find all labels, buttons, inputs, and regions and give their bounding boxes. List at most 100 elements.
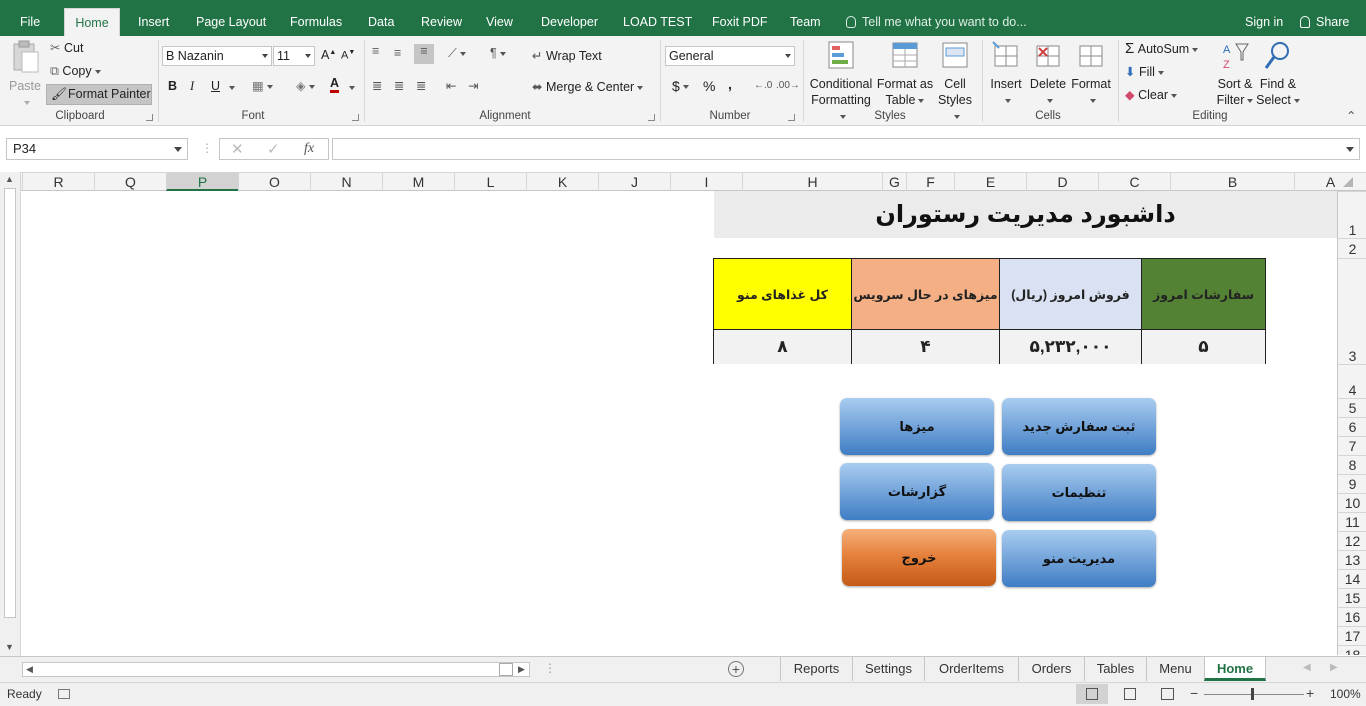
align-left-icon[interactable]: ≣	[372, 78, 382, 93]
new-sheet-button[interactable]: +	[728, 661, 744, 677]
tab-formulas[interactable]: Formulas	[284, 8, 348, 36]
macro-record-icon[interactable]	[58, 689, 70, 699]
tab-page-layout[interactable]: Page Layout	[190, 8, 272, 36]
borders-icon[interactable]: ▦	[252, 78, 273, 93]
decrease-decimal-icon[interactable]: .00→	[776, 80, 800, 91]
horizontal-scrollbar[interactable]: ◀ ▶	[22, 662, 530, 677]
increase-decimal-icon[interactable]: ←.0	[754, 80, 772, 91]
grow-font-icon[interactable]: A▲	[321, 48, 336, 62]
column-header-g[interactable]: G	[882, 173, 906, 191]
column-header-d[interactable]: D	[1026, 173, 1098, 191]
tell-me-search[interactable]: Tell me what you want to do...	[846, 8, 1027, 36]
zoom-in-button[interactable]: +	[1306, 685, 1314, 701]
column-header-f[interactable]: F	[906, 173, 954, 191]
sheet-tab-tables[interactable]: Tables	[1084, 657, 1146, 681]
sheet-tab-orders[interactable]: Orders	[1018, 657, 1084, 681]
font-color-icon[interactable]: A	[330, 76, 340, 93]
cancel-icon[interactable]: ✕	[231, 140, 244, 158]
column-header-q[interactable]: Q	[94, 173, 166, 191]
column-header-p[interactable]: P	[166, 173, 238, 191]
row-header-5[interactable]: 5	[1338, 398, 1366, 417]
tab-file[interactable]: File	[14, 8, 46, 36]
column-header-a[interactable]: A	[1294, 173, 1366, 191]
cut-button[interactable]: ✂ Cut	[50, 40, 83, 55]
italic-button[interactable]: I	[190, 79, 194, 94]
vertical-scroll-thumb[interactable]	[4, 188, 16, 618]
sign-in-link[interactable]: Sign in	[1245, 8, 1283, 36]
enter-icon[interactable]: ✓	[267, 140, 280, 158]
clear-button[interactable]: ◆ Clear	[1125, 87, 1177, 102]
percent-button[interactable]: %	[703, 78, 715, 94]
font-launcher-icon[interactable]	[352, 114, 359, 121]
column-header-j[interactable]: J	[598, 173, 670, 191]
align-middle-icon[interactable]: ≡	[394, 46, 401, 60]
hscroll-right-icon[interactable]: ▶	[518, 664, 525, 675]
find-select-button[interactable]: Find & Select	[1256, 40, 1300, 108]
tab-review[interactable]: Review	[415, 8, 468, 36]
row-header-3[interactable]: 3	[1338, 258, 1366, 364]
column-header-h[interactable]: H	[742, 173, 882, 191]
bold-button[interactable]: B	[168, 79, 177, 93]
align-center-icon[interactable]: ≣	[394, 78, 404, 93]
number-format-select[interactable]: General	[665, 46, 795, 66]
sheet-tab-settings[interactable]: Settings	[852, 657, 924, 681]
paste-button[interactable]: Paste	[8, 40, 42, 110]
fill-button[interactable]: ⬇ Fill	[1125, 64, 1164, 79]
alignment-launcher-icon[interactable]	[648, 114, 655, 121]
tab-foxit-pdf[interactable]: Foxit PDF	[706, 8, 774, 36]
row-header-11[interactable]: 11	[1338, 512, 1366, 531]
wrap-text-button[interactable]: ↵ Wrap Text	[532, 48, 602, 63]
collapse-ribbon-icon[interactable]: ⌃	[1346, 108, 1356, 123]
underline-button[interactable]: U	[211, 79, 220, 93]
new-order-button[interactable]: ثبت سفارش جدید	[1002, 398, 1156, 455]
settings-button[interactable]: تنظیمات	[1002, 464, 1156, 521]
row-header-12[interactable]: 12	[1338, 531, 1366, 550]
sheet-tab-menu[interactable]: Menu	[1146, 657, 1204, 681]
decrease-indent-icon[interactable]: ⇤	[446, 78, 456, 93]
tables-button[interactable]: میزها	[840, 398, 994, 455]
menu-management-button[interactable]: مدیریت منو	[1002, 530, 1156, 587]
zoom-slider-thumb[interactable]	[1251, 688, 1254, 700]
column-header-n[interactable]: N	[310, 173, 382, 191]
sheet-tab-orderitems[interactable]: OrderItems	[924, 657, 1018, 681]
currency-button[interactable]: $	[672, 78, 689, 94]
row-header-7[interactable]: 7	[1338, 436, 1366, 455]
column-header-i[interactable]: I	[670, 173, 742, 191]
zoom-slider[interactable]	[1204, 694, 1304, 695]
autosum-button[interactable]: Σ AutoSum	[1125, 40, 1199, 57]
row-header-4[interactable]: 4	[1338, 364, 1366, 398]
zoom-level[interactable]: 100%	[1330, 687, 1361, 701]
formula-input[interactable]	[332, 138, 1360, 160]
row-header-14[interactable]: 14	[1338, 569, 1366, 588]
tab-load-test[interactable]: LOAD TEST	[617, 8, 698, 36]
column-header-m[interactable]: M	[382, 173, 454, 191]
format-cells-button[interactable]: Format	[1070, 40, 1112, 108]
format-painter-button[interactable]: 🖌 Format Painter	[46, 84, 152, 105]
tab-team[interactable]: Team	[784, 8, 827, 36]
align-top-icon[interactable]: ≡	[372, 44, 379, 58]
row-header-9[interactable]: 9	[1338, 474, 1366, 493]
exit-button[interactable]: خروج	[842, 529, 996, 586]
insert-function-button[interactable]: fx	[304, 141, 314, 157]
delete-cells-button[interactable]: Delete	[1028, 40, 1068, 108]
scroll-up-icon[interactable]: ▲	[5, 174, 14, 184]
fill-color-icon[interactable]: ◈	[296, 78, 315, 93]
align-right-icon[interactable]: ≣	[416, 78, 426, 93]
column-header-r[interactable]: R	[22, 173, 94, 191]
cell-styles-button[interactable]: Cell Styles	[934, 40, 976, 124]
zoom-out-button[interactable]: −	[1190, 685, 1198, 701]
row-header-8[interactable]: 8	[1338, 455, 1366, 474]
font-size-select[interactable]: 11	[273, 46, 315, 66]
merge-center-button[interactable]: ⬌ Merge & Center	[532, 79, 644, 94]
sheet-tab-home[interactable]: Home	[1204, 657, 1266, 681]
comma-button[interactable]: ,	[728, 76, 732, 92]
shrink-font-icon[interactable]: A▼	[341, 49, 355, 62]
copy-button[interactable]: ⧉ Copy	[50, 64, 101, 79]
insert-cells-button[interactable]: Insert	[986, 40, 1026, 108]
column-header-l[interactable]: L	[454, 173, 526, 191]
row-header-2[interactable]: 2	[1338, 238, 1366, 258]
align-bottom-icon[interactable]: ≡	[414, 44, 434, 64]
column-header-b[interactable]: B	[1170, 173, 1294, 191]
worksheet-grid[interactable]: داشبورد مدیریت رستوران سفارشات امروز ۵ ف…	[22, 191, 1337, 655]
name-box[interactable]: P34	[6, 138, 188, 160]
